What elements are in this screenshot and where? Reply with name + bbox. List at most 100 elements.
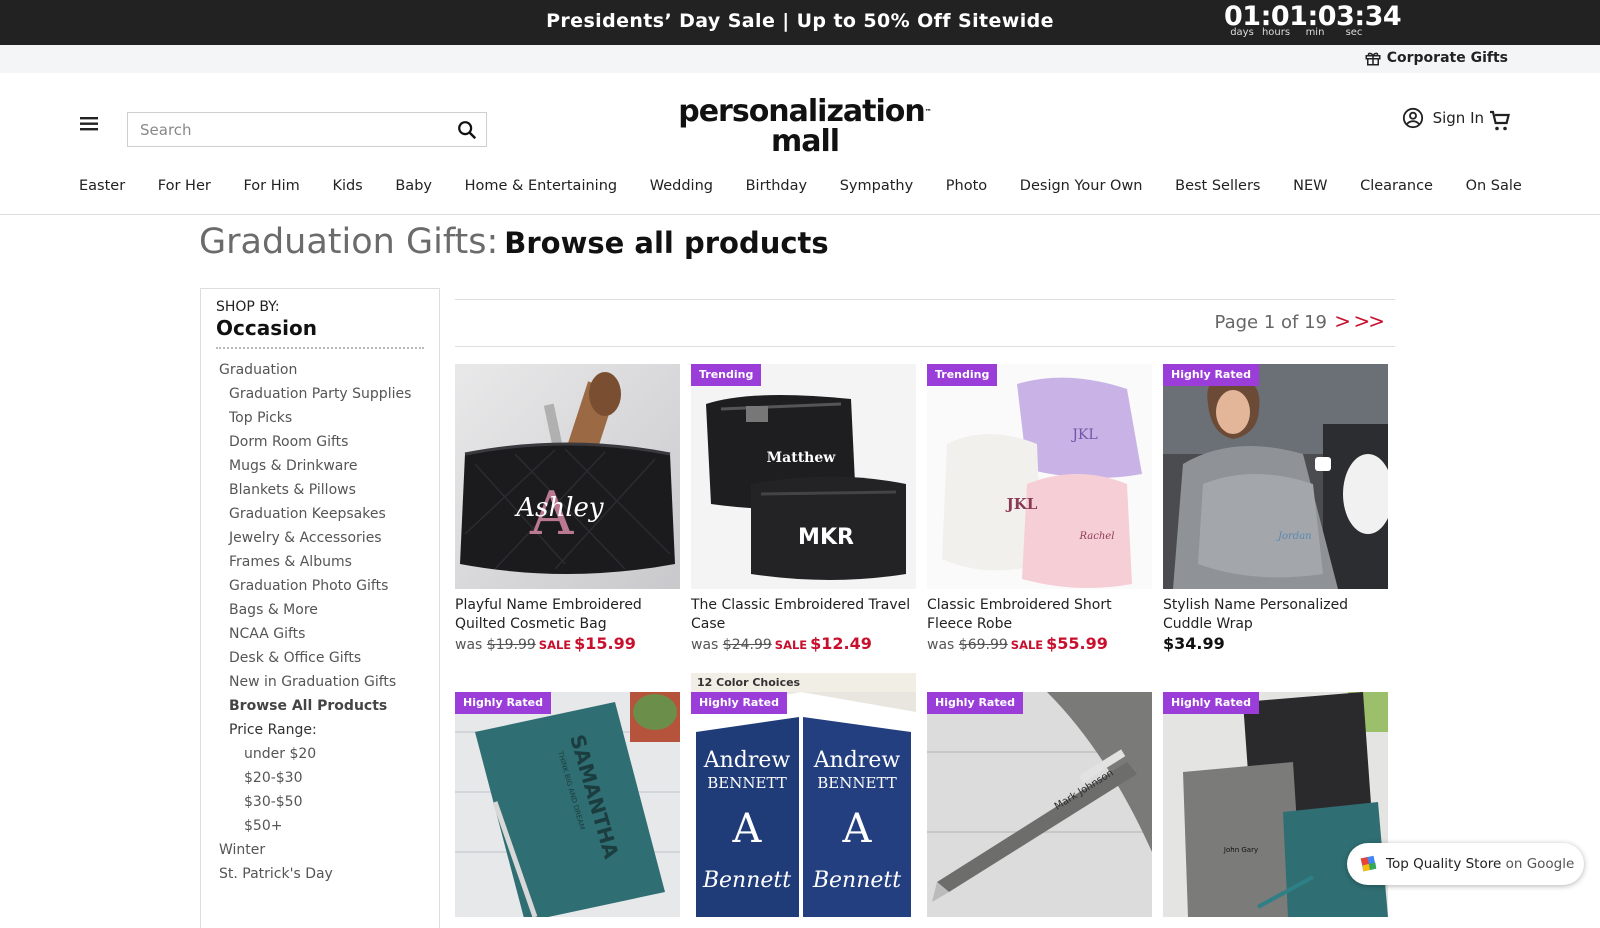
promo-banner[interactable]: Presidents’ Day Sale | Up to 50% Off Sit… [0, 0, 1600, 45]
img-surname: BENNETT [707, 774, 786, 792]
nav-item-sympathy[interactable]: Sympathy [840, 173, 913, 199]
nav-item-best-sellers[interactable]: Best Sellers [1175, 173, 1260, 199]
sidebar-item-jewelry-accessories[interactable]: Jewelry & Accessories [216, 526, 424, 550]
sale-label: SALE [774, 638, 808, 652]
cart-icon[interactable] [1488, 109, 1512, 137]
nav-item-kids[interactable]: Kids [332, 173, 362, 199]
sidebar-item-st-patrick-s-day[interactable]: St. Patrick's Day [216, 862, 424, 886]
svg-text:Andrew: Andrew [813, 748, 901, 773]
nav-item-easter[interactable]: Easter [79, 173, 125, 199]
user-account-icon [1402, 107, 1423, 129]
img-monogram: MKR [798, 525, 854, 550]
product-card[interactable]: A Ashley Playful Name Embroidered Quilte… [455, 364, 680, 655]
svg-text:A: A [842, 806, 873, 852]
nav-item-home-entertaining[interactable]: Home & Entertaining [465, 173, 617, 199]
sale-price: $12.49 [810, 634, 872, 653]
fleece-robe-image[interactable]: JKL JKL Rachel Trending [927, 364, 1152, 589]
sidebar-item-blankets-pillows[interactable]: Blankets & Pillows [216, 478, 424, 502]
sidebar-item-under-20[interactable]: under $20 [216, 742, 424, 766]
product-name[interactable]: Stylish Name Personalized Cuddle Wrap [1163, 596, 1388, 634]
nav-item-birthday[interactable]: Birthday [746, 173, 807, 199]
product-card[interactable]: SAMANTHA THINK BIG AND DREAM Highly Rate… [455, 692, 680, 917]
nav-item-photo[interactable]: Photo [946, 173, 987, 199]
countdown-unit-sec: sec [1345, 27, 1363, 38]
was-price: $69.99 [958, 637, 1008, 653]
nav-item-design-your-own[interactable]: Design Your Own [1020, 173, 1143, 199]
regular-price: $34.99 [1163, 634, 1225, 653]
was-price: $19.99 [486, 637, 536, 653]
sidebar-item-graduation[interactable]: Graduation [216, 358, 424, 382]
sidebar-item-top-picks[interactable]: Top Picks [216, 406, 424, 430]
sidebar-item-graduation-photo-gifts[interactable]: Graduation Photo Gifts [216, 574, 424, 598]
google-quality-badge[interactable]: Top Quality Store on Google [1347, 843, 1584, 885]
img-personalization: Matthew [767, 450, 837, 466]
product-card[interactable]: Matthew MKR Trending The Classic Embroid… [691, 364, 916, 655]
sale-label: SALE [1010, 638, 1044, 652]
countdown-unit-hours: hours [1261, 27, 1291, 38]
img-personalization: Andrew [703, 748, 791, 773]
journal-image[interactable]: SAMANTHA THINK BIG AND DREAM Highly Rate… [455, 692, 680, 917]
sidebar-item-bags-more[interactable]: Bags & More [216, 598, 424, 622]
sidebar-item-graduation-keepsakes[interactable]: Graduation Keepsakes [216, 502, 424, 526]
sign-in-label: Sign In [1432, 109, 1484, 127]
product-name[interactable]: Classic Embroidered Short Fleece Robe [927, 596, 1152, 634]
sidebar-item-20-30[interactable]: $20-$30 [216, 766, 424, 790]
sidebar-item-dorm-room-gifts[interactable]: Dorm Room Gifts [216, 430, 424, 454]
menu-icon[interactable] [80, 116, 100, 136]
product-card[interactable]: Jordan Highly Rated Stylish Name Persona… [1163, 364, 1388, 655]
cuddle-wrap-image[interactable]: Jordan Highly Rated [1163, 364, 1388, 589]
nav-item-wedding[interactable]: Wedding [650, 173, 713, 199]
sidebar-item-frames-albums[interactable]: Frames & Albums [216, 550, 424, 574]
nav-item-for-him[interactable]: For Him [243, 173, 299, 199]
img-letter: A [732, 806, 763, 852]
product-card[interactable]: 12 Color Choices Andrew BENNETT A Andrew… [691, 673, 916, 917]
img-personalization: Rachel [1079, 531, 1115, 542]
nav-item-for-her[interactable]: For Her [158, 173, 211, 199]
product-name[interactable]: Playful Name Embroidered Quilted Cosmeti… [455, 596, 680, 634]
img-personalization: Ashley [514, 493, 604, 523]
nav-item-new[interactable]: NEW [1293, 173, 1327, 199]
corporate-gifts-link[interactable]: Corporate Gifts [1364, 49, 1508, 67]
utility-bar: Corporate Gifts [0, 45, 1600, 73]
sidebar-item-ncaa-gifts[interactable]: NCAA Gifts [216, 622, 424, 646]
img-personalization: John Gary [1223, 846, 1258, 854]
note-cube-image[interactable]: Andrew BENNETT A Andrew BENNETT A Bennet… [691, 692, 916, 917]
sidebar-item-winter[interactable]: Winter [216, 838, 424, 862]
product-card[interactable]: Mark Johnson Highly Rated [927, 692, 1152, 917]
cosmetic-bag-image[interactable]: A Ashley [455, 364, 680, 589]
pagination-bar: Page 1 of 19 > >> [455, 299, 1395, 347]
sidebar-item-desk-office-gifts[interactable]: Desk & Office Gifts [216, 646, 424, 670]
last-page-button[interactable]: >> [1353, 309, 1384, 333]
product-card[interactable]: John Gary Highly Rated [1163, 692, 1388, 917]
search-box [127, 112, 487, 147]
gift-icon [1365, 52, 1381, 66]
search-icon[interactable] [456, 119, 478, 145]
site-logo[interactable]: personalization™ mall [675, 97, 935, 157]
sidebar-item-new-in-graduation-gifts[interactable]: New in Graduation Gifts [216, 670, 424, 694]
search-input[interactable] [128, 113, 438, 146]
img-monogram: JKL [1005, 495, 1038, 513]
travel-case-image[interactable]: Matthew MKR Trending [691, 364, 916, 589]
sidebar-item-graduation-party-supplies[interactable]: Graduation Party Supplies [216, 382, 424, 406]
product-price: was $24.99 SALE $12.49 [691, 634, 916, 655]
nav-item-clearance[interactable]: Clearance [1360, 173, 1433, 199]
nav-item-on-sale[interactable]: On Sale [1466, 173, 1522, 199]
sidebar-item-30-50[interactable]: $30-$50 [216, 790, 424, 814]
product-badge: Highly Rated [691, 692, 787, 714]
padfolio-image[interactable]: John Gary Highly Rated [1163, 692, 1388, 917]
sidebar-item-50[interactable]: $50+ [216, 814, 424, 838]
google-badge-label: Top Quality Store [1386, 856, 1502, 872]
countdown-unit-min: min [1305, 27, 1325, 38]
product-name[interactable]: The Classic Embroidered Travel Case [691, 596, 916, 634]
sign-in-link[interactable]: Sign In [1402, 107, 1484, 129]
shop-by-label: SHOP BY: [216, 299, 280, 315]
was-price: $24.99 [722, 637, 772, 653]
page-title-category: Graduation Gifts: [199, 222, 499, 262]
sidebar-item-browse-all-products[interactable]: Browse All Products [216, 694, 424, 718]
countdown-unit-days: days [1230, 27, 1254, 38]
next-page-button[interactable]: > [1334, 309, 1351, 333]
nav-item-baby[interactable]: Baby [395, 173, 432, 199]
sidebar-item-mugs-drinkware[interactable]: Mugs & Drinkware [216, 454, 424, 478]
pen-image[interactable]: Mark Johnson Highly Rated [927, 692, 1152, 917]
product-card[interactable]: JKL JKL Rachel Trending Classic Embroide… [927, 364, 1152, 655]
